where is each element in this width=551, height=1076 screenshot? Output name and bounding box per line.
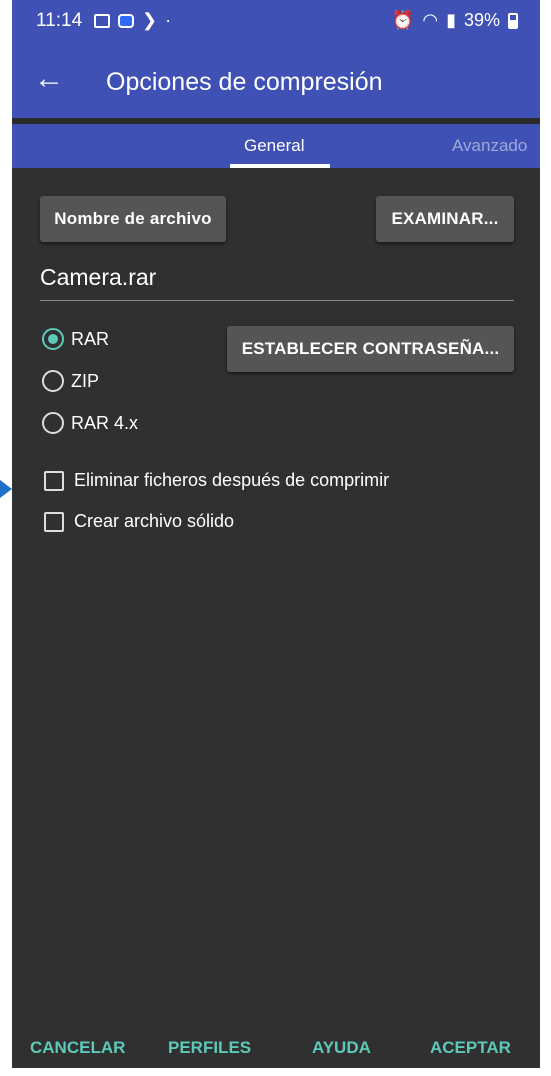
notification-icons: ❯ · [94,10,171,31]
tab-advanced[interactable]: Avanzado [452,136,527,156]
signal-icon: ▮ [446,10,456,30]
tab-bar: General Avanzado [12,124,540,168]
camera-app-icon [118,13,134,28]
checkbox-icon [44,511,64,532]
pointer-arrow-icon [0,480,12,498]
gallery-icon [94,13,110,28]
status-bar: 11:14 ❯ · ⏰ ◠ ▮ 39% [12,0,540,44]
accept-button[interactable]: ACEPTAR [430,1038,511,1058]
format-rar4-label: RAR 4.x [71,412,139,433]
status-time: 11:14 [36,10,83,31]
tab-indicator [230,164,330,168]
battery-text: 39% [463,10,500,30]
phone-screen: 11:14 ❯ · ⏰ ◠ ▮ 39% ← Opciones de compre… [12,0,540,1068]
radio-checked-icon [42,328,64,350]
radio-unchecked-icon [42,412,64,434]
filename-button[interactable]: Nombre de archivo [40,196,226,242]
cancel-button[interactable]: CANCELAR [30,1038,125,1058]
browse-button[interactable]: EXAMINAR... [376,196,514,242]
profiles-button[interactable]: PERFILES [168,1038,251,1058]
delete-after-compress-label: Eliminar ficheros después de comprimir [74,470,390,490]
format-rar4-radio[interactable]: RAR 4.x [42,412,138,434]
checkbox-icon [44,470,64,491]
radio-unchecked-icon [42,370,64,392]
app-bar: ← Opciones de compresión [12,44,540,118]
footer-actions: CANCELAR PERFILES AYUDA ACEPTAR [12,1030,540,1068]
solid-archive-checkbox[interactable]: Crear archivo sólido [44,511,234,532]
format-zip-label: ZIP [71,370,100,391]
delete-after-compress-checkbox[interactable]: Eliminar ficheros después de comprimir [44,470,389,491]
wifi-icon: ◠ [422,10,439,30]
format-rar-label: RAR [71,328,110,349]
back-arrow-icon[interactable]: ← [34,64,64,94]
alarm-icon: ⏰ [391,10,415,30]
tab-general[interactable]: General [244,136,304,156]
chat-icon: ❯ [142,10,158,30]
page-title: Opciones de compresión [106,68,383,96]
format-rar-radio[interactable]: RAR [42,328,109,350]
solid-archive-label: Crear archivo sólido [74,511,235,531]
help-button[interactable]: AYUDA [312,1038,371,1058]
filename-input[interactable]: Camera.rar [40,264,514,301]
status-dot: · [165,10,172,30]
battery-icon [508,12,518,29]
set-password-button[interactable]: ESTABLECER CONTRASEÑA... [227,326,514,372]
system-icons: ⏰ ◠ ▮ 39% [392,10,518,31]
format-zip-radio[interactable]: ZIP [42,370,99,392]
